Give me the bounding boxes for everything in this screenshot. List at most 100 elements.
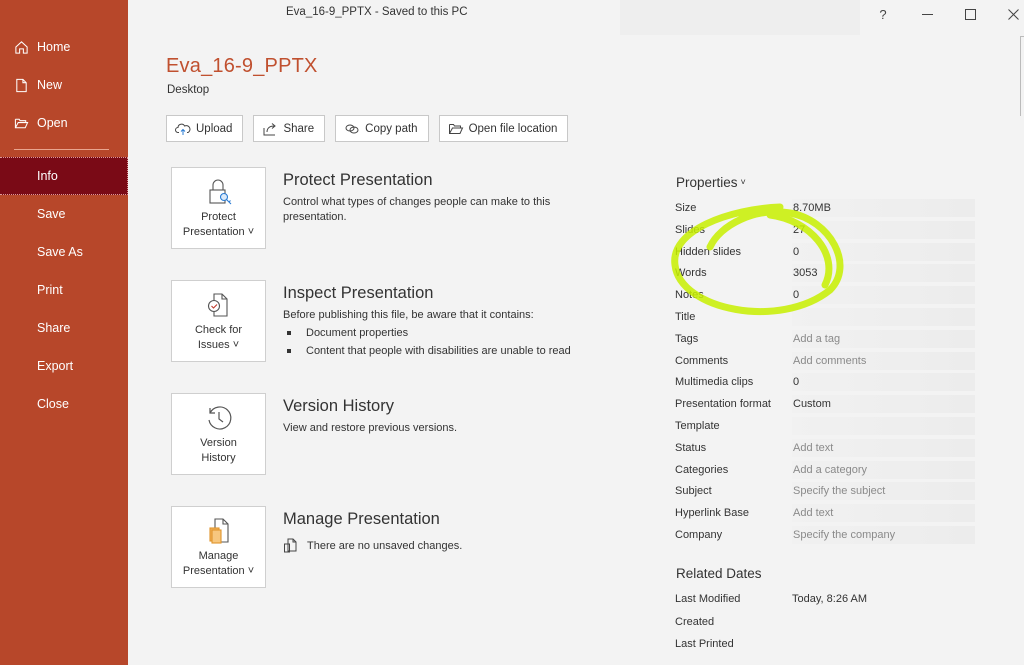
version-title: Version History (283, 397, 394, 415)
inspect-bullet-list: Document properties Content that people … (287, 324, 571, 360)
version-history-button[interactable]: Version History (171, 393, 266, 475)
upload-button[interactable]: Upload (166, 115, 244, 142)
folder-open-icon (448, 123, 463, 134)
sidebar-item-print[interactable]: Print (0, 271, 128, 309)
document-location: Desktop (167, 84, 210, 96)
minimize-button[interactable] (912, 3, 942, 25)
property-value: 3053 (792, 264, 975, 283)
date-value: Today, 8:26 AM (792, 593, 868, 605)
minimize-icon (921, 13, 933, 15)
unsaved-changes-text: There are no unsaved changes. (307, 539, 463, 552)
property-value[interactable]: Specify the company (792, 526, 975, 544)
protect-label-line2: Presentation ˅ (182, 226, 255, 238)
sidebar-item-new[interactable]: New (0, 66, 128, 104)
sidebar-item-export[interactable]: Export (0, 347, 128, 385)
property-value[interactable]: Add comments (792, 351, 975, 370)
copy-path-label: Copy path (365, 122, 418, 135)
property-row-subject: Subject Specify the subject (675, 481, 975, 501)
manage-label-line1: Manage (198, 550, 239, 562)
home-icon (13, 39, 29, 55)
sidebar-item-label: Save (37, 207, 66, 221)
open-file-location-button[interactable]: Open file location (438, 115, 569, 142)
property-value: 8.70MB (792, 199, 975, 217)
sidebar-item-label: Info (37, 169, 58, 183)
manage-label-line2: Presentation ˅ (182, 565, 255, 577)
sidebar-item-label: Open (37, 116, 68, 130)
property-key: Title (675, 311, 696, 323)
manage-documents-icon (208, 518, 229, 544)
inspect-description: Before publishing this file, be aware th… (283, 309, 534, 321)
property-key: Words (675, 267, 707, 280)
property-key: Tags (675, 332, 699, 345)
date-key: Created (675, 615, 715, 628)
sidebar-item-home[interactable]: Home (0, 28, 128, 66)
sidebar-item-save[interactable]: Save (0, 195, 128, 233)
cloud-upload-icon (175, 123, 191, 135)
property-row-presentation-format: Presentation format Custom (675, 394, 975, 414)
sidebar-divider (14, 149, 109, 150)
titlebar-search-area (620, 0, 860, 35)
property-value: 0 (792, 286, 975, 305)
property-value[interactable]: Specify the subject (792, 482, 975, 501)
close-button[interactable] (998, 3, 1024, 25)
sidebar-item-label: New (37, 78, 63, 92)
share-label: Share (283, 122, 315, 135)
date-row-last-modified: Last Modified Today, 8:26 AM (675, 589, 975, 609)
property-row-multimedia-clips: Multimedia clips 0 (675, 372, 975, 392)
date-key: Last Printed (675, 638, 734, 650)
property-value: 27 (792, 220, 975, 239)
property-row-title: Title (675, 307, 975, 327)
version-description: View and restore previous versions. (283, 422, 458, 434)
protect-presentation-button[interactable]: Protect Presentation ˅ (171, 167, 266, 249)
sidebar-item-close[interactable]: Close (0, 385, 128, 423)
property-key: Comments (675, 354, 729, 367)
upload-label: Upload (196, 122, 233, 135)
check-issues-label-line2: Issues ˅ (197, 339, 240, 351)
property-row-words: Words 3053 (675, 263, 975, 283)
check-for-issues-button[interactable]: Check for Issues ˅ (171, 280, 266, 362)
property-key: Slides (675, 223, 705, 236)
version-label-line1: Version (200, 437, 237, 449)
share-button[interactable]: Share (253, 115, 326, 142)
property-row-size: Size 8.70MB (675, 198, 975, 218)
property-key: Hyperlink Base (675, 507, 749, 520)
manage-presentation-button[interactable]: Manage Presentation ˅ (171, 506, 266, 588)
check-issues-label-line1: Check for (194, 324, 243, 336)
sidebar-item-share[interactable]: Share (0, 309, 128, 347)
copy-path-button[interactable]: Copy path (335, 115, 429, 142)
sidebar-item-open[interactable]: Open (0, 104, 128, 142)
maximize-button[interactable] (955, 3, 985, 25)
protect-description: Control what types of changes people can… (283, 196, 551, 223)
version-label-line2: History (201, 452, 236, 464)
file-actions-toolbar: Upload Share Copy path Open file locatio… (166, 115, 578, 142)
property-row-status: Status Add text (675, 438, 975, 458)
share-icon (263, 122, 277, 135)
properties-heading[interactable]: Properties ˅ (676, 175, 746, 190)
sidebar-item-save-as[interactable]: Save As (0, 233, 128, 271)
property-value: 0 (792, 373, 975, 392)
maximize-icon (964, 8, 976, 20)
lock-key-icon (208, 179, 231, 205)
property-key: Size (675, 202, 697, 214)
property-row-template: Template (675, 416, 975, 436)
property-value[interactable]: Add a tag (792, 329, 975, 348)
window-title: Eva_16-9_PPTX - Saved to this PC (286, 6, 468, 18)
property-row-hyperlink-base: Hyperlink Base Add text (675, 503, 975, 523)
property-value[interactable] (792, 417, 975, 435)
backstage-sidebar: Home New Open Info Save Save As Print Sh… (0, 0, 128, 665)
sidebar-item-info[interactable]: Info (0, 157, 128, 195)
inspect-title: Inspect Presentation (283, 284, 434, 302)
property-key: Multimedia clips (675, 376, 754, 389)
window-edge (1020, 36, 1024, 116)
help-button[interactable]: ? (868, 3, 898, 25)
property-value[interactable]: Add text (792, 438, 975, 457)
chevron-down-icon: ˅ (740, 177, 746, 187)
property-row-notes: Notes 0 (675, 285, 975, 305)
property-key: Categories (675, 463, 729, 476)
document-title: Eva_16-9_PPTX (166, 55, 318, 77)
property-row-comments: Comments Add comments (675, 351, 975, 371)
manage-title: Manage Presentation (283, 510, 440, 528)
property-value[interactable]: Add text (792, 504, 975, 523)
property-value[interactable] (792, 308, 975, 326)
property-value[interactable]: Add a category (792, 460, 975, 479)
